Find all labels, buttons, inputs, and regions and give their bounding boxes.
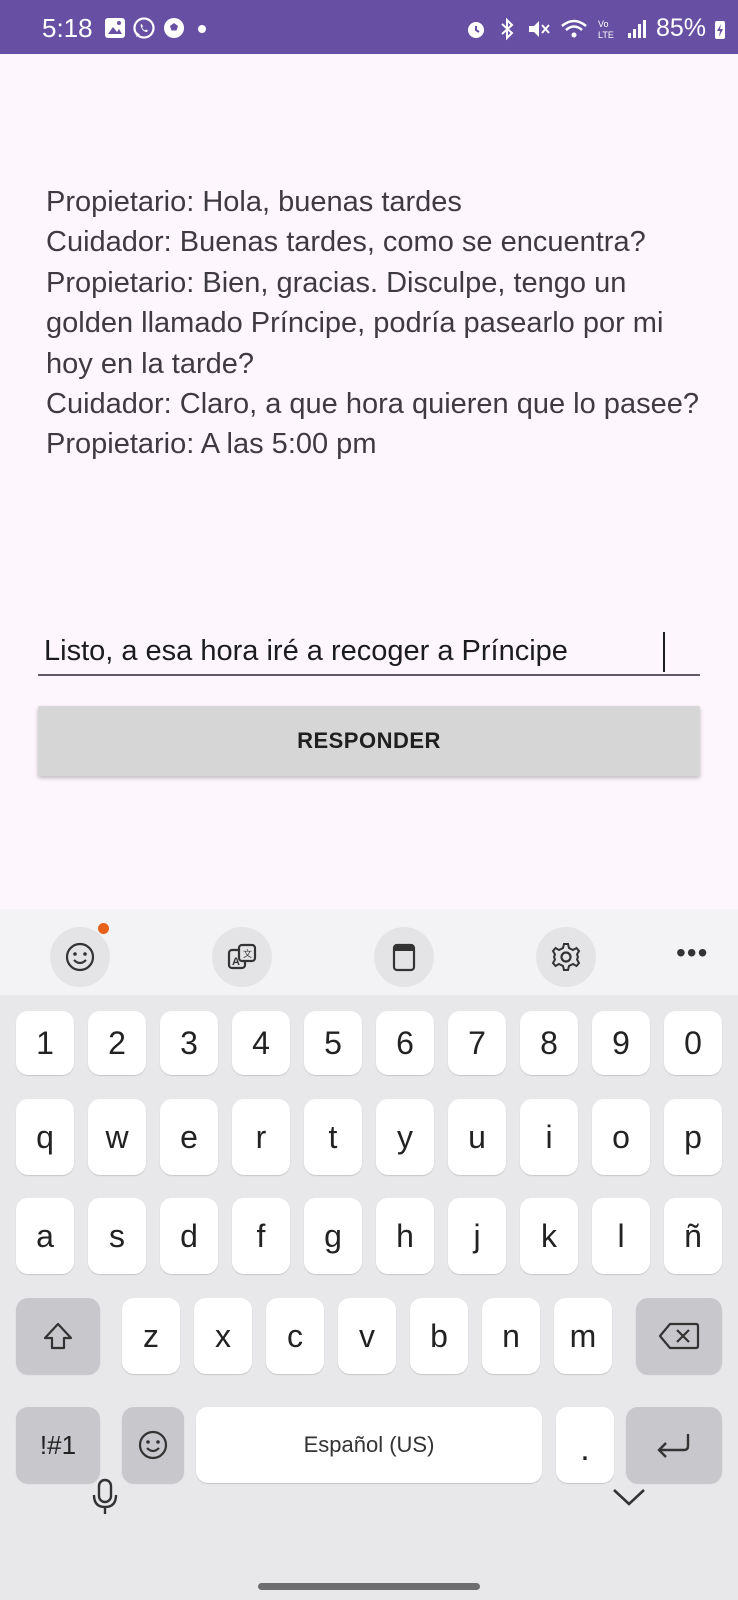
status-bar: 5:18 Vo LTE 85% [0, 0, 738, 54]
key-8[interactable]: 8 [520, 1011, 578, 1075]
key-1[interactable]: 1 [16, 1011, 74, 1075]
emoji-icon [138, 1430, 168, 1460]
svg-text:A: A [232, 956, 240, 968]
battery-level: 85% [655, 14, 706, 42]
navigation-handle[interactable] [258, 1583, 480, 1590]
keyboard-toolbar: A文 ••• [0, 909, 738, 995]
reply-input[interactable] [38, 628, 700, 676]
clipboard-icon [392, 943, 416, 972]
enter-icon [657, 1434, 690, 1458]
soccer-ball-icon [164, 18, 184, 38]
key-l[interactable]: l [592, 1198, 650, 1274]
key-c[interactable]: c [266, 1298, 324, 1374]
key-i[interactable]: i [520, 1099, 578, 1175]
space-key[interactable]: Español (US) [196, 1407, 542, 1483]
period-key[interactable]: . [556, 1407, 614, 1483]
emoji-icon [65, 942, 95, 972]
bluetooth-icon [501, 17, 514, 40]
battery-charging-icon [715, 20, 725, 39]
volte-icon: VoLTE [598, 19, 614, 40]
symbols-key[interactable]: !#1 [16, 1407, 100, 1483]
key-s[interactable]: s [88, 1198, 146, 1274]
key-x[interactable]: x [194, 1298, 252, 1374]
key-u[interactable]: u [448, 1099, 506, 1175]
svg-text:LTE: LTE [598, 30, 614, 40]
signal-icon [627, 19, 646, 38]
key-9[interactable]: 9 [592, 1011, 650, 1075]
wifi-icon [561, 19, 587, 37]
key-d[interactable]: d [160, 1198, 218, 1274]
chevron-down-icon[interactable] [610, 1484, 648, 1510]
alarm-icon [467, 21, 484, 38]
emoji-toolbar-button[interactable] [50, 927, 110, 987]
mute-icon [528, 20, 550, 37]
key-o[interactable]: o [592, 1099, 650, 1175]
key-e[interactable]: e [160, 1099, 218, 1175]
key-v[interactable]: v [338, 1298, 396, 1374]
svg-text:文: 文 [243, 948, 252, 959]
notification-badge [98, 923, 109, 934]
key-m[interactable]: m [554, 1298, 612, 1374]
status-time: 5:18 [42, 13, 93, 43]
key-f[interactable]: f [232, 1198, 290, 1274]
gallery-icon [105, 18, 125, 38]
clipboard-toolbar-button[interactable] [374, 927, 434, 987]
key-6[interactable]: 6 [376, 1011, 434, 1075]
key-q[interactable]: q [16, 1099, 74, 1175]
keyboard: A文 ••• 1 2 3 4 5 6 7 8 9 0 q w e r t y u… [0, 909, 738, 1600]
whatsapp-icon [133, 17, 155, 39]
key-k[interactable]: k [520, 1198, 578, 1274]
translate-toolbar-button[interactable]: A文 [212, 927, 272, 987]
key-w[interactable]: w [88, 1099, 146, 1175]
settings-icon [551, 943, 581, 971]
key-n-tilde[interactable]: ñ [664, 1198, 722, 1274]
text-cursor [663, 632, 665, 672]
key-0[interactable]: 0 [664, 1011, 722, 1075]
notification-dot-icon [198, 25, 206, 33]
enter-key[interactable] [626, 1407, 722, 1483]
system-icons: Vo LTE 85% [464, 14, 726, 43]
more-icon[interactable]: ••• [676, 937, 708, 969]
shift-icon [43, 1322, 73, 1350]
key-z[interactable]: z [122, 1298, 180, 1374]
key-b[interactable]: b [410, 1298, 468, 1374]
key-4[interactable]: 4 [232, 1011, 290, 1075]
settings-toolbar-button[interactable] [536, 927, 596, 987]
key-p[interactable]: p [664, 1099, 722, 1175]
key-n[interactable]: n [482, 1298, 540, 1374]
respond-button[interactable]: RESPONDER [38, 706, 700, 776]
svg-text:Vo: Vo [598, 19, 609, 29]
backspace-icon [658, 1322, 700, 1350]
microphone-icon[interactable] [88, 1477, 122, 1517]
conversation-text: Propietario: Hola, buenas tardes Cuidado… [46, 186, 699, 461]
key-y[interactable]: y [376, 1099, 434, 1175]
shift-key[interactable] [16, 1298, 100, 1374]
backspace-key[interactable] [636, 1298, 722, 1374]
key-j[interactable]: j [448, 1198, 506, 1274]
key-5[interactable]: 5 [304, 1011, 362, 1075]
key-a[interactable]: a [16, 1198, 74, 1274]
key-g[interactable]: g [304, 1198, 362, 1274]
key-h[interactable]: h [376, 1198, 434, 1274]
translate-icon: A文 [227, 943, 257, 970]
key-7[interactable]: 7 [448, 1011, 506, 1075]
key-3[interactable]: 3 [160, 1011, 218, 1075]
key-2[interactable]: 2 [88, 1011, 146, 1075]
notification-icons [104, 16, 212, 40]
emoji-key[interactable] [122, 1407, 184, 1483]
key-r[interactable]: r [232, 1099, 290, 1175]
key-t[interactable]: t [304, 1099, 362, 1175]
